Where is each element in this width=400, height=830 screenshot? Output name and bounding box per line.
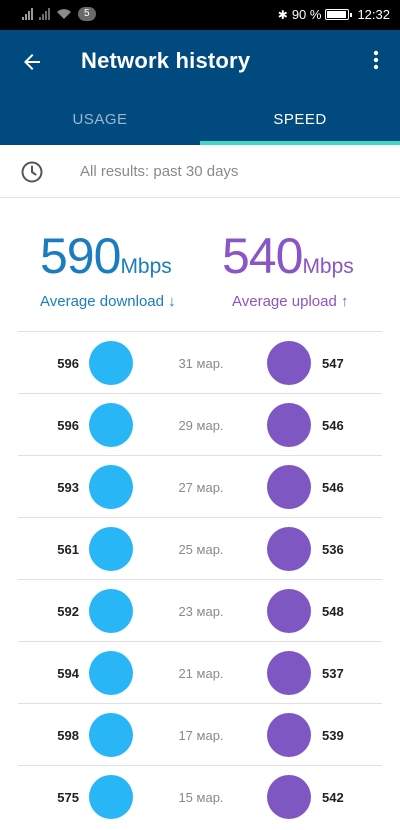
bluetooth-icon: ✱ xyxy=(277,7,288,22)
average-download-value: 590 xyxy=(40,228,121,284)
average-download: 590Mbps Average download ↓ xyxy=(40,231,176,310)
download-dot-icon xyxy=(89,403,133,447)
clock-time: 12:32 xyxy=(357,7,390,22)
download-value: 596 xyxy=(57,356,79,371)
upload-value: 547 xyxy=(322,356,344,371)
notification-badge: 5 xyxy=(78,7,96,21)
upload-dot-icon xyxy=(267,775,311,819)
average-upload: 540Mbps Average upload ↑ xyxy=(222,231,354,310)
result-row[interactable]: 592 23 мар. 548 xyxy=(18,579,382,641)
upload-dot-icon xyxy=(267,527,311,571)
tab-speed[interactable]: SPEED xyxy=(200,100,400,145)
upload-value: 546 xyxy=(322,480,344,495)
battery-icon xyxy=(325,9,353,20)
upload-value: 542 xyxy=(322,790,344,805)
back-arrow-icon[interactable] xyxy=(20,50,44,74)
result-date: 15 мар. xyxy=(178,790,224,805)
result-date: 17 мар. xyxy=(178,728,224,743)
average-upload-label: Average upload ↑ xyxy=(232,293,349,310)
more-options-icon[interactable] xyxy=(364,48,388,72)
result-row[interactable]: 561 25 мар. 536 xyxy=(18,517,382,579)
download-dot-icon xyxy=(89,589,133,633)
download-value: 598 xyxy=(57,728,79,743)
clock-icon xyxy=(21,161,43,183)
result-row[interactable]: 594 21 мар. 537 xyxy=(18,641,382,703)
download-value: 575 xyxy=(57,790,79,805)
average-download-unit: Mbps xyxy=(120,255,172,278)
cell-signal-2-icon xyxy=(39,8,50,20)
date-filter-row[interactable]: All results: past 30 days xyxy=(0,145,400,198)
upload-dot-icon xyxy=(267,713,311,757)
upload-dot-icon xyxy=(267,589,311,633)
download-value: 593 xyxy=(57,480,79,495)
filter-label: All results: past 30 days xyxy=(80,163,239,180)
upload-dot-icon xyxy=(267,403,311,447)
download-dot-icon xyxy=(89,651,133,695)
download-value: 594 xyxy=(57,666,79,681)
results-list: 596 31 мар. 547 596 29 мар. 546 593 27 м… xyxy=(18,331,382,827)
speed-summary: 590Mbps Average download ↓ 540Mbps Avera… xyxy=(0,198,400,331)
app-bar: Network history USAGE SPEED xyxy=(0,30,400,145)
upload-value: 546 xyxy=(322,418,344,433)
result-row[interactable]: 598 17 мар. 539 xyxy=(18,703,382,765)
wifi-icon xyxy=(57,9,71,19)
average-upload-value: 540 xyxy=(222,228,303,284)
average-download-label: Average download ↓ xyxy=(40,293,176,310)
download-dot-icon xyxy=(89,527,133,571)
download-dot-icon xyxy=(89,341,133,385)
result-date: 23 мар. xyxy=(178,604,224,619)
download-value: 561 xyxy=(57,542,79,557)
page-title: Network history xyxy=(81,48,251,73)
status-left: 5 xyxy=(22,7,96,21)
upload-dot-icon xyxy=(267,465,311,509)
result-date: 27 мар. xyxy=(178,480,224,495)
result-row[interactable]: 575 15 мар. 542 xyxy=(18,765,382,827)
download-value: 592 xyxy=(57,604,79,619)
download-dot-icon xyxy=(89,713,133,757)
result-date: 25 мар. xyxy=(178,542,224,557)
result-date: 29 мар. xyxy=(178,418,224,433)
upload-value: 536 xyxy=(322,542,344,557)
upload-value: 539 xyxy=(322,728,344,743)
result-date: 31 мар. xyxy=(178,356,224,371)
download-dot-icon xyxy=(89,775,133,819)
result-row[interactable]: 593 27 мар. 546 xyxy=(18,455,382,517)
status-right: ✱ 90 % 12:32 xyxy=(278,7,390,22)
battery-percent: 90 % xyxy=(291,7,322,22)
upload-value: 548 xyxy=(322,604,344,619)
tab-usage[interactable]: USAGE xyxy=(0,100,200,145)
average-upload-unit: Mbps xyxy=(302,255,354,278)
status-bar: 5 ✱ 90 % 12:32 xyxy=(0,0,400,30)
result-row[interactable]: 596 31 мар. 547 xyxy=(18,331,382,393)
result-date: 21 мар. xyxy=(178,666,224,681)
tab-bar: USAGE SPEED xyxy=(0,100,400,145)
cell-signal-icon xyxy=(22,8,33,20)
upload-value: 537 xyxy=(322,666,344,681)
download-value: 596 xyxy=(57,418,79,433)
download-dot-icon xyxy=(89,465,133,509)
result-row[interactable]: 596 29 мар. 546 xyxy=(18,393,382,455)
upload-dot-icon xyxy=(267,651,311,695)
upload-dot-icon xyxy=(267,341,311,385)
